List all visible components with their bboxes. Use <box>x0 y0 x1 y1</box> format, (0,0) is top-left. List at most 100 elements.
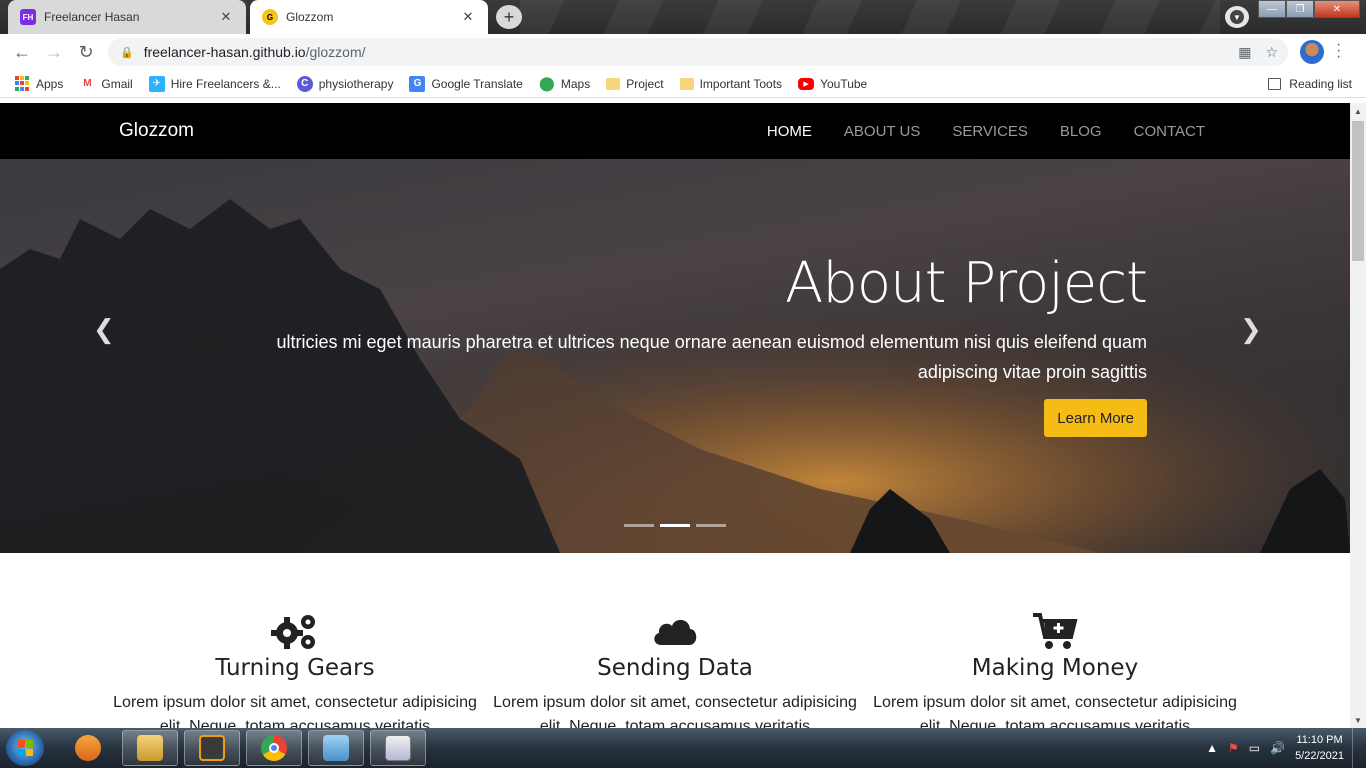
feature-turning-gears: Turning Gears Lorem ipsum dolor sit amet… <box>105 611 485 728</box>
feature-title: Turning Gears <box>215 655 375 681</box>
bookmark-star-icon[interactable]: ☆ <box>1265 44 1278 61</box>
page-viewport: Glozzom HOME ABOUT US SERVICES BLOG CONT… <box>0 103 1350 728</box>
bookmark-physiotherapy[interactable]: C physiotherapy <box>296 75 394 92</box>
window-close-button[interactable]: ✕ <box>1314 0 1360 18</box>
tray-expand-icon[interactable]: ▲ <box>1206 741 1218 755</box>
taskbar-notes[interactable] <box>308 730 364 766</box>
show-desktop-button[interactable] <box>1352 728 1366 768</box>
app-window-icon <box>385 735 411 761</box>
browser-toolbar: ← → ↻ 🔒 freelancer-hasan.github.io/glozz… <box>0 34 1366 70</box>
bookmark-gmail[interactable]: M Gmail <box>79 76 133 92</box>
carousel-indicator-active[interactable] <box>660 524 690 527</box>
windows-taskbar: ▲ ⚑ ▭ 🔊 11:10 PM 5/22/2021 <box>0 728 1366 768</box>
scroll-down-icon[interactable]: ▼ <box>1350 712 1366 728</box>
nav-contact[interactable]: CONTACT <box>1134 123 1205 140</box>
c-circle-icon: C <box>296 75 313 92</box>
minimize-button[interactable]: — <box>1258 0 1286 18</box>
bookmark-google-translate[interactable]: G Google Translate <box>409 75 523 92</box>
qr-code-icon[interactable]: ▦ <box>1238 44 1251 61</box>
clock-time: 11:10 PM <box>1296 734 1343 746</box>
cart-plus-icon <box>865 611 1245 653</box>
back-arrow-icon[interactable]: ← <box>6 36 38 68</box>
profile-avatar[interactable] <box>1300 40 1324 64</box>
scroll-up-icon[interactable]: ▲ <box>1350 103 1366 119</box>
nav-home[interactable]: HOME <box>767 123 812 140</box>
network-icon[interactable]: ▭ <box>1249 741 1260 755</box>
taskbar-app[interactable] <box>370 730 426 766</box>
feature-title: Making Money <box>971 655 1139 681</box>
bookmark-label: Hire Freelancers &... <box>170 76 281 91</box>
bookmark-label: YouTube <box>820 76 868 91</box>
bookmarks-bar: Apps M Gmail ✈ Hire Freelancers &... C p… <box>0 70 1366 98</box>
reload-icon[interactable]: ↻ <box>70 36 102 68</box>
taskbar-media-player[interactable] <box>60 730 116 766</box>
gears-icon <box>105 611 485 653</box>
address-bar[interactable]: 🔒 freelancer-hasan.github.io/glozzom/ ▦ … <box>108 38 1288 66</box>
volume-icon[interactable]: 🔊 <box>1270 741 1285 755</box>
bookmark-label: Maps <box>560 76 591 91</box>
page-scrollbar[interactable]: ▲ ▼ <box>1350 103 1366 728</box>
bookmark-project[interactable]: Project <box>606 76 664 91</box>
learn-more-button[interactable]: Learn More <box>1044 399 1147 437</box>
feature-sending-data: Sending Data Lorem ipsum dolor sit amet,… <box>485 611 865 728</box>
freelancer-bird-icon: ✈ <box>148 75 165 92</box>
feature-text: Lorem ipsum dolor sit amet, consectetur … <box>873 694 1237 728</box>
taskbar-sublime[interactable] <box>184 730 240 766</box>
url-path: /glozzom/ <box>305 44 366 60</box>
window-controls: — ❐ ✕ <box>1258 0 1360 18</box>
carousel-indicator[interactable] <box>624 524 654 527</box>
translate-icon: G <box>409 75 426 92</box>
features-section: Turning Gears Lorem ipsum dolor sit amet… <box>0 553 1350 728</box>
nav-services[interactable]: SERVICES <box>952 123 1028 140</box>
carousel-next-icon[interactable]: ❯ <box>1240 314 1262 345</box>
carousel-prev-icon[interactable]: ❮ <box>93 314 115 345</box>
bookmark-youtube[interactable]: ▶ YouTube <box>798 77 867 91</box>
site-brand[interactable]: Glozzom <box>119 120 194 142</box>
cloud-icon <box>485 611 865 653</box>
feature-text: Lorem ipsum dolor sit amet, consectetur … <box>493 694 857 728</box>
folder-icon <box>606 77 621 90</box>
nav-about-us[interactable]: ABOUT US <box>844 123 920 140</box>
close-tab-icon[interactable]: ✕ <box>460 9 476 25</box>
reading-list-label: Reading list <box>1289 76 1352 91</box>
feature-title: Sending Data <box>597 655 753 681</box>
restore-button[interactable]: ❐ <box>1286 0 1314 18</box>
windows-logo-icon <box>17 740 33 756</box>
nav-blog[interactable]: BLOG <box>1060 123 1102 140</box>
close-tab-icon[interactable]: ✕ <box>218 9 234 25</box>
reading-list-icon <box>1268 77 1282 90</box>
tab-search-button[interactable]: ▼ <box>1225 6 1249 28</box>
bookmark-important-toots[interactable]: Important Toots <box>679 77 782 91</box>
bookmark-maps[interactable]: ⬤ Maps <box>539 75 591 92</box>
bookmark-apps[interactable]: Apps <box>14 75 63 92</box>
taskbar-chrome[interactable] <box>246 730 302 766</box>
tab-title: Freelancer Hasan <box>44 10 140 24</box>
clock-date: 5/22/2021 <box>1295 750 1344 762</box>
tab-freelancer-hasan[interactable]: FH Freelancer Hasan ✕ <box>8 0 246 34</box>
maps-pin-icon: ⬤ <box>539 75 555 91</box>
freelancer-hasan-favicon-icon: FH <box>20 9 36 25</box>
new-tab-button[interactable]: + <box>496 5 522 29</box>
action-center-flag-icon[interactable]: ⚑ <box>1228 741 1239 755</box>
taskbar-explorer[interactable] <box>122 730 178 766</box>
sublime-text-icon <box>199 735 225 761</box>
chevron-down-icon: ▼ <box>1230 10 1244 24</box>
scrollbar-thumb[interactable] <box>1352 121 1364 261</box>
browser-tab-strip: FH Freelancer Hasan ✕ G Glozzom ✕ + ▼ — … <box>0 0 1366 34</box>
feature-text: Lorem ipsum dolor sit amet, consectetur … <box>113 694 477 728</box>
youtube-icon: ▶ <box>798 77 815 90</box>
bookmark-label: Project <box>626 76 664 91</box>
forward-arrow-icon[interactable]: → <box>38 36 70 68</box>
start-button[interactable] <box>6 730 44 766</box>
gmail-icon: M <box>83 78 92 89</box>
hero-text: ultricies mi eget mauris pharetra et ult… <box>276 332 1147 382</box>
hero-carousel: About Project ultricies mi eget mauris p… <box>0 159 1350 553</box>
carousel-indicator[interactable] <box>696 524 726 527</box>
more-menu-icon[interactable]: · · · <box>1336 37 1341 65</box>
tab-glozzom[interactable]: G Glozzom ✕ <box>250 0 488 34</box>
url-host: freelancer-hasan.github.io <box>143 44 306 60</box>
bookmark-hire-freelancers[interactable]: ✈ Hire Freelancers &... <box>148 75 281 92</box>
reading-list-button[interactable]: Reading list <box>1268 77 1352 91</box>
system-clock[interactable]: 11:10 PM 5/22/2021 <box>1295 732 1344 764</box>
bookmark-label: physiotherapy <box>318 76 394 91</box>
